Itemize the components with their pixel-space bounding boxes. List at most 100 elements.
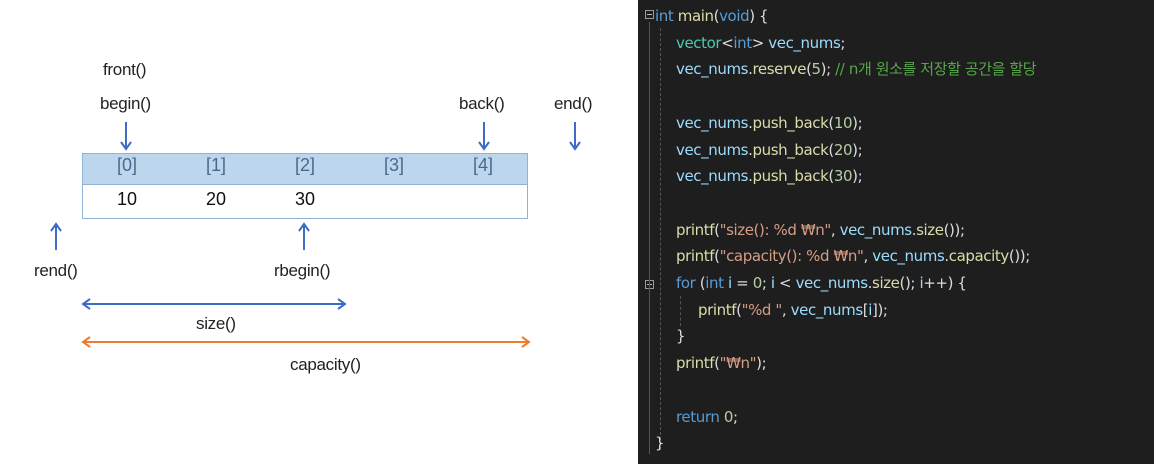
code-token: int — [705, 274, 724, 292]
fold-main-icon[interactable] — [645, 10, 654, 19]
code-token: 0 — [723, 407, 734, 426]
code-line[interactable]: vec_nums.push_back(10); — [676, 110, 863, 136]
code-token: ); — [852, 140, 863, 159]
end-arrow — [569, 122, 581, 151]
code-token: for — [676, 274, 696, 292]
code-token: ++) { — [923, 274, 967, 292]
code-token: vec_nums — [676, 60, 749, 79]
code-token: ()); — [943, 220, 965, 239]
code-token: main — [677, 7, 714, 25]
code-token: ]); — [872, 300, 888, 319]
code-line[interactable]: for (int i = 0; i < vec_nums.size(); i++… — [676, 270, 967, 296]
code-token: size — [916, 220, 944, 239]
code-token: size — [872, 274, 900, 292]
code-line[interactable]: vec_nums.push_back(30); — [676, 163, 863, 189]
begin-label: begin() — [100, 94, 151, 113]
code-token: vector — [676, 33, 722, 52]
value-1: 20 — [205, 189, 227, 209]
index-2: [2] — [294, 155, 315, 175]
code-token: vec_nums — [768, 33, 841, 52]
code-token: , — [863, 247, 873, 266]
code-token: (); — [899, 274, 920, 292]
code-token: void — [719, 7, 750, 25]
code-line[interactable]: } — [655, 430, 665, 456]
capacity-label: capacity() — [290, 355, 361, 374]
indent-guide — [660, 28, 661, 450]
code-token: "%d " — [741, 300, 783, 319]
code-token: ); — [852, 113, 863, 132]
code-token: vec_nums — [795, 274, 868, 292]
code-token: < — [721, 33, 734, 52]
index-0: [0] — [116, 155, 137, 175]
code-token: push_back — [752, 167, 829, 186]
code-token: , — [781, 300, 791, 319]
code-token: 0 — [752, 274, 763, 292]
code-line[interactable]: printf("capacity(): %d ₩n", vec_nums.cap… — [676, 243, 1030, 269]
code-line[interactable]: vec_nums.push_back(20); — [676, 137, 863, 163]
code-token: } — [655, 434, 665, 453]
index-1: [1] — [205, 155, 226, 175]
begin-arrow — [120, 122, 132, 151]
code-token: push_back — [752, 113, 829, 132]
index-4: [4] — [472, 155, 493, 175]
value-0: 10 — [116, 189, 138, 209]
end-label: end() — [554, 94, 593, 113]
code-line[interactable]: printf("size(): %d ₩n", vec_nums.size())… — [676, 217, 965, 243]
back-arrow — [478, 122, 490, 151]
code-line[interactable]: vector<int> vec_nums; — [676, 30, 845, 56]
code-token: ); — [756, 354, 767, 373]
indent-guide-for — [680, 296, 681, 326]
code-token: "₩n" — [719, 354, 757, 373]
code-token: ); — [820, 60, 836, 79]
code-token: } — [676, 327, 686, 346]
code-token: ; — [840, 33, 846, 52]
code-token: > — [751, 33, 769, 52]
code-line[interactable]: int main(void) { — [655, 3, 769, 29]
code-token: = — [731, 274, 753, 292]
code-line[interactable]: } — [676, 323, 686, 349]
rend-arrow — [50, 222, 62, 250]
code-token: push_back — [752, 140, 829, 159]
code-token: "capacity(): %d ₩n" — [719, 247, 864, 266]
code-token: vec_nums — [676, 113, 749, 132]
code-token: 20 — [833, 140, 853, 159]
size-label: size() — [196, 314, 236, 333]
code-token: ( — [695, 274, 706, 292]
code-token: printf — [676, 354, 715, 373]
code-token: ) { — [749, 7, 769, 25]
code-line[interactable]: printf("₩n"); — [676, 350, 767, 376]
code-token: int — [733, 33, 752, 52]
code-token: ); — [852, 167, 863, 186]
vector-diagram: front() begin() back() end() [0] [1] [2]… — [0, 0, 636, 464]
code-token: ()); — [1008, 247, 1030, 266]
code-token: return — [676, 407, 720, 426]
code-token: vec_nums — [790, 300, 863, 319]
code-token: vec_nums — [872, 247, 945, 266]
code-token: 10 — [833, 113, 853, 132]
code-token: ; — [733, 407, 738, 426]
code-token: printf — [676, 247, 715, 266]
code-token: // n개 원소를 저장할 공간을 할당 — [835, 60, 1037, 79]
code-token: printf — [698, 300, 737, 319]
size-arrow — [81, 298, 347, 310]
code-line[interactable]: vec_nums.reserve(5); // n개 원소를 저장할 공간을 할… — [676, 56, 1037, 82]
code-token: capacity — [948, 247, 1010, 266]
code-token: vec_nums — [676, 140, 749, 159]
capacity-arrow — [81, 336, 531, 348]
code-token: < — [774, 274, 796, 292]
code-token: 30 — [833, 167, 853, 186]
rend-label: rend() — [34, 261, 78, 280]
code-token: vec_nums — [839, 220, 912, 239]
index-3: [3] — [383, 155, 404, 175]
rbegin-arrow — [298, 222, 310, 250]
code-token: "size(): %d ₩n" — [719, 220, 832, 239]
front-label: front() — [103, 60, 147, 79]
code-token: 5 — [811, 60, 822, 79]
code-editor[interactable]: int main(void) {vector<int> vec_nums; vec… — [638, 0, 1154, 464]
code-token: ; — [761, 274, 771, 292]
code-line[interactable]: printf("%d ", vec_nums[i]); — [698, 297, 888, 323]
code-token: printf — [676, 220, 715, 239]
code-token: , — [830, 220, 840, 239]
code-token: int — [655, 7, 674, 25]
code-line[interactable]: return 0; — [676, 404, 738, 430]
